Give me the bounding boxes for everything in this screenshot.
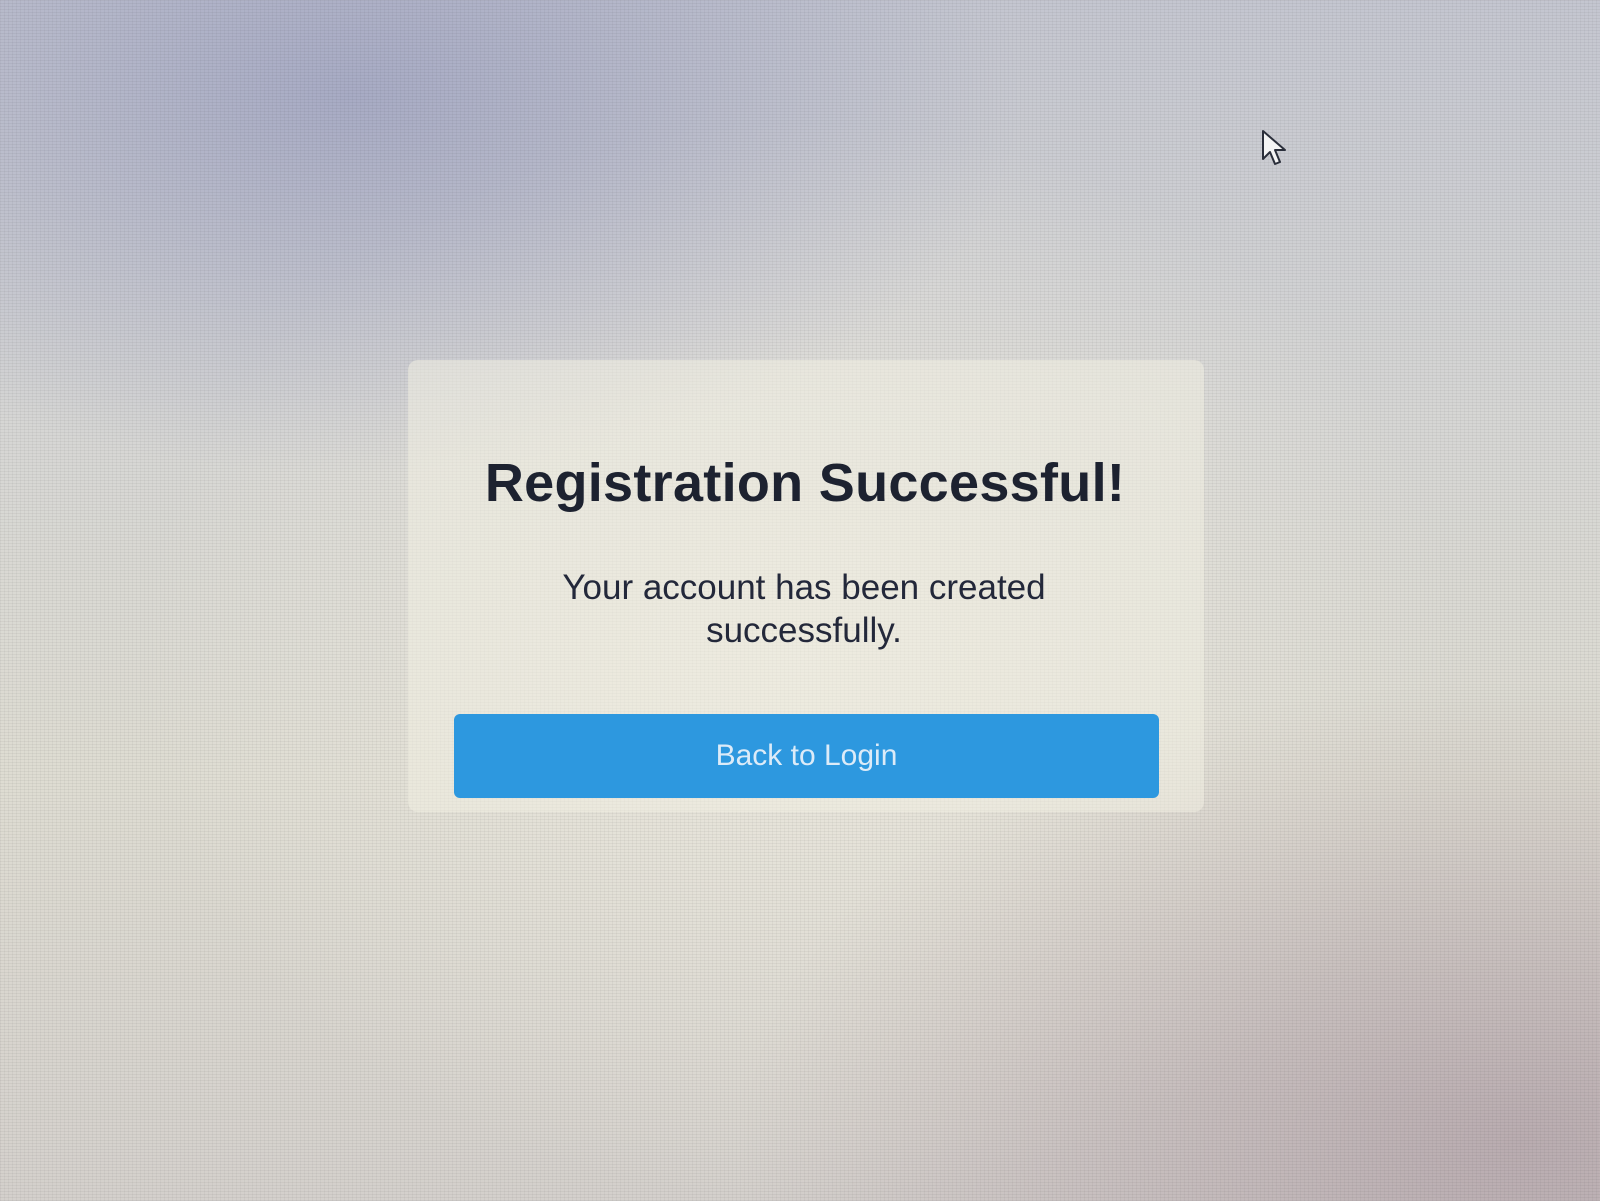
success-message: Your account has been created successful… <box>562 568 1046 650</box>
mouse-pointer-icon <box>1262 130 1286 165</box>
back-to-login-button[interactable]: Back to Login <box>454 714 1159 798</box>
page: { "dialog": { "title": "Registration Suc… <box>0 0 1600 1201</box>
page-title: Registration Successful! <box>484 453 1126 513</box>
